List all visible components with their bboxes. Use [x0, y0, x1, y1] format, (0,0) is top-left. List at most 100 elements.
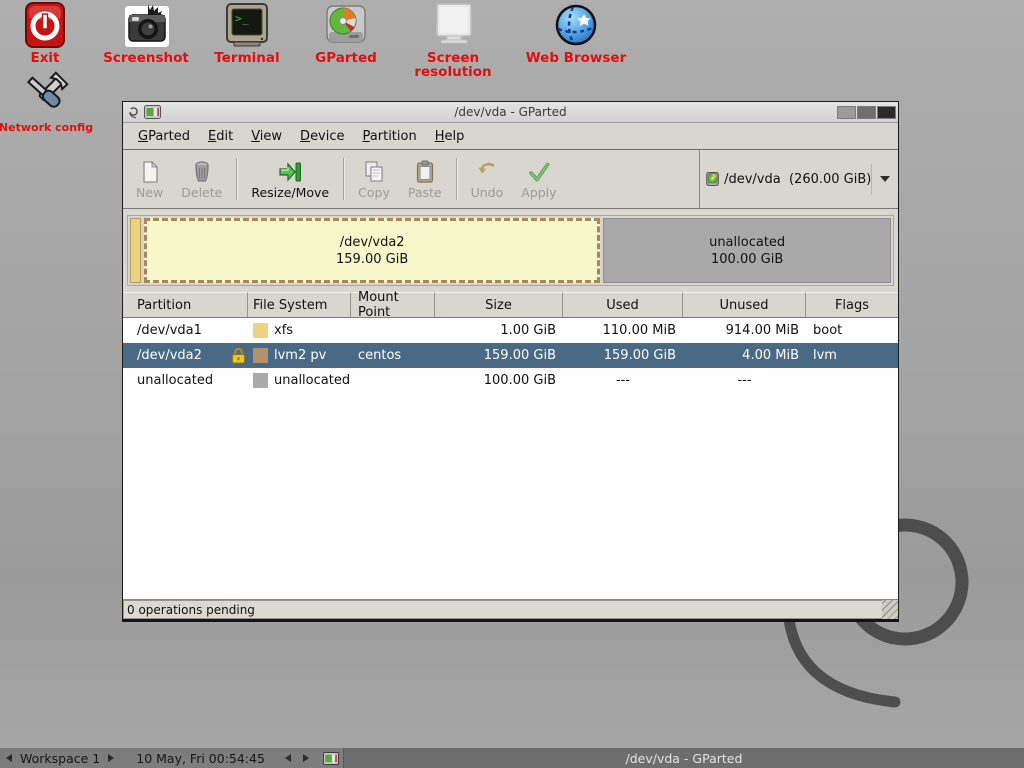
partition-segment-vda2-selected[interactable]: /dev/vda2 159.00 GiB [144, 218, 600, 283]
cell-used: --- [563, 368, 683, 393]
undo-button[interactable]: Undo [462, 157, 513, 202]
toolbar: New Delete Resize/Move [123, 150, 898, 209]
table-header: Partition File System Mount Point Size U… [123, 292, 898, 318]
cell-size: 1.00 GiB [435, 318, 563, 343]
terminal-icon: > _ [222, 2, 272, 48]
menu-gparted[interactable]: GParted [129, 125, 199, 148]
window-app-icon [144, 105, 161, 119]
cell-used: 159.00 GiB [563, 343, 683, 368]
toolbar-separator [456, 158, 457, 200]
table-row-vda1[interactable]: /dev/vda1 xfs 1.00 GiB 110.00 MiB 914.00… [123, 318, 898, 343]
desktop-icon-network-config[interactable]: Network config [0, 70, 111, 135]
minimize-button[interactable] [837, 106, 856, 119]
window-menu-swirl-icon[interactable] [127, 106, 140, 119]
status-text: 0 operations pending [123, 600, 882, 619]
task-next-icon[interactable] [303, 754, 309, 762]
cell-partition: unallocated [123, 368, 248, 393]
paste-button[interactable]: Paste [399, 157, 451, 202]
column-header-used[interactable]: Used [563, 292, 683, 318]
device-selector-value: /dev/vda (260.00 GiB) [724, 172, 871, 187]
device-selector[interactable]: /dev/vda (260.00 GiB) [699, 150, 898, 208]
menu-partition[interactable]: Partition [354, 125, 426, 148]
desktop: Exit Screenshot > _ Terminal [0, 0, 1024, 768]
task-title: /dev/vda - GParted [626, 751, 743, 766]
cell-size: 159.00 GiB [435, 343, 563, 368]
taskbar-task-gparted[interactable]: /dev/vda - GParted [343, 748, 1024, 768]
resize-grip[interactable] [882, 600, 898, 619]
window-buttons [837, 106, 898, 119]
segment-name: /dev/vda2 [340, 234, 405, 251]
cell-flags [806, 368, 898, 393]
desktop-icon-label: Web Browser [511, 51, 641, 65]
monitor-icon [427, 2, 479, 48]
table-empty-area [123, 393, 898, 599]
desktop-icon-label: Screen resolution [388, 51, 518, 79]
menu-device[interactable]: Device [291, 125, 353, 148]
cell-unused: 4.00 MiB [683, 343, 806, 368]
cell-unused: 914.00 MiB [683, 318, 806, 343]
maximize-button[interactable] [857, 106, 876, 119]
fs-color-swatch [253, 373, 268, 388]
resize-move-button[interactable]: Resize/Move [242, 157, 338, 202]
column-header-unused[interactable]: Unused [683, 292, 806, 318]
cell-unused: --- [683, 368, 806, 393]
table-row-vda2-selected[interactable]: /dev/vda2 lvm2 pv centos 159.00 GiB 159.… [123, 343, 898, 368]
menu-edit[interactable]: Edit [199, 125, 242, 148]
column-header-partition[interactable]: Partition [123, 292, 248, 318]
copy-button[interactable]: Copy [349, 157, 399, 202]
gparted-window: /dev/vda - GParted GP [122, 101, 899, 622]
apply-button[interactable]: Apply [512, 157, 565, 202]
fs-label: lvm2 pv [274, 348, 326, 363]
table-row-unallocated[interactable]: unallocated unallocated 100.00 GiB --- -… [123, 368, 898, 393]
workspace-label[interactable]: Workspace 1 [18, 751, 102, 766]
close-button[interactable] [877, 106, 896, 119]
device-selector-divider [871, 164, 872, 194]
segment-size: 159.00 GiB [336, 251, 408, 268]
tools-icon [18, 70, 74, 118]
column-header-filesystem[interactable]: File System [248, 292, 351, 318]
new-button[interactable]: New [127, 157, 172, 202]
cell-partition: /dev/vda2 [123, 343, 248, 368]
statusbar: 0 operations pending [123, 599, 898, 619]
workspace-next-icon[interactable] [108, 754, 114, 762]
task-prev-icon[interactable] [285, 754, 291, 762]
toolbar-separator [236, 158, 237, 200]
desktop-icon-web-browser[interactable]: Web Browser [511, 2, 641, 65]
cell-size: 100.00 GiB [435, 368, 563, 393]
partition-segment-vda1[interactable] [130, 218, 141, 283]
segment-name: unallocated [709, 234, 785, 251]
partition-segment-unallocated[interactable]: unallocated 100.00 GiB [603, 218, 891, 283]
partition-table: Partition File System Mount Point Size U… [123, 292, 898, 599]
menu-help[interactable]: Help [426, 125, 474, 148]
gparted-mini-icon [323, 752, 339, 765]
column-header-flags[interactable]: Flags [806, 292, 898, 318]
partition-visual-bar: /dev/vda2 159.00 GiB unallocated 100.00 … [127, 215, 894, 286]
globe-icon [551, 2, 601, 48]
cell-filesystem: lvm2 pv [248, 343, 351, 368]
task-scroll [279, 754, 315, 762]
window-title: /dev/vda - GParted [123, 105, 898, 119]
desktop-icon-screen-resolution[interactable]: Screen resolution [388, 2, 518, 79]
desktop-icon-label: Network config [0, 121, 111, 135]
lock-icon [231, 347, 246, 364]
delete-button[interactable]: Delete [172, 157, 231, 202]
cell-flags: lvm [806, 343, 898, 368]
fs-label: xfs [274, 323, 293, 338]
toolbar-separator [343, 158, 344, 200]
taskbar-app-icon[interactable] [323, 752, 339, 765]
column-header-size[interactable]: Size [435, 292, 563, 318]
svg-text:>: > [235, 12, 242, 25]
window-titlebar[interactable]: /dev/vda - GParted [123, 102, 898, 123]
fs-label: unallocated [274, 373, 350, 388]
new-partition-icon [138, 160, 162, 184]
delete-partition-icon [190, 160, 214, 184]
cell-filesystem: xfs [248, 318, 351, 343]
copy-icon [362, 160, 386, 184]
menu-view[interactable]: View [242, 125, 291, 148]
column-header-mountpoint[interactable]: Mount Point [351, 292, 435, 318]
fs-color-swatch [253, 323, 268, 338]
workspace-prev-icon[interactable] [6, 754, 12, 762]
disk-drive-icon [706, 168, 719, 190]
menubar: GParted Edit View Device Partition Help [123, 123, 898, 150]
cell-used: 110.00 MiB [563, 318, 683, 343]
